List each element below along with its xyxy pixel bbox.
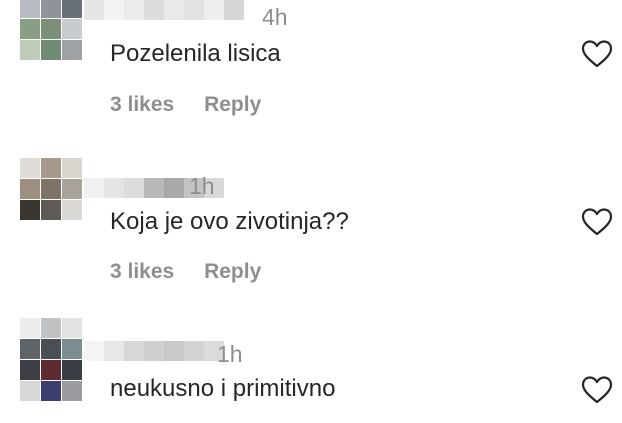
avatar-pixel <box>62 19 82 39</box>
heart-outline-icon[interactable] <box>581 39 613 69</box>
avatar-pixel <box>62 318 82 338</box>
username-pixel <box>104 0 124 20</box>
avatar-pixel <box>20 381 40 401</box>
likes-count[interactable]: 3 likes <box>110 260 174 283</box>
avatar-pixel <box>20 19 40 39</box>
avatar-pixel <box>62 200 82 220</box>
username-pixel <box>164 341 184 361</box>
avatar-pixel <box>20 339 40 359</box>
username-pixel <box>184 341 204 361</box>
username-blurred[interactable] <box>84 0 244 20</box>
reply-button[interactable]: Reply <box>204 93 261 116</box>
comment-text: neukusno i primitivno <box>110 375 336 402</box>
avatar-pixel <box>41 19 61 39</box>
username-pixel <box>184 0 204 20</box>
username-pixel <box>124 341 144 361</box>
avatar-pixel <box>41 381 61 401</box>
avatar-pixel <box>62 158 82 178</box>
comment-text: Pozelenila lisica <box>110 40 281 67</box>
username-blurred[interactable] <box>84 341 224 361</box>
username-pixel <box>164 0 184 20</box>
avatar-pixel <box>20 158 40 178</box>
username-pixel <box>224 0 244 20</box>
avatar-pixel <box>41 339 61 359</box>
avatar-pixel <box>20 179 40 199</box>
username-pixel <box>164 178 184 198</box>
username-pixel <box>124 178 144 198</box>
avatar-pixel <box>41 360 61 380</box>
avatar-pixel <box>41 318 61 338</box>
username-pixel <box>124 0 144 20</box>
avatar-pixel <box>20 40 40 60</box>
comment-actions: 3 likes Reply <box>110 259 261 285</box>
username-pixel <box>144 178 164 198</box>
avatar-pixel <box>62 339 82 359</box>
username-pixel <box>144 341 164 361</box>
avatar[interactable] <box>20 0 82 60</box>
avatar-pixel <box>62 40 82 60</box>
comment-time: 4h <box>262 4 288 30</box>
avatar-pixel <box>20 0 40 18</box>
avatar-pixel <box>41 200 61 220</box>
avatar-pixel <box>20 318 40 338</box>
avatar-pixel <box>41 40 61 60</box>
username-pixel <box>144 0 164 20</box>
heart-outline-icon[interactable] <box>581 375 613 405</box>
likes-count[interactable]: 3 likes <box>110 93 174 116</box>
comment-text: Koja je ovo zivotinja?? <box>110 208 349 235</box>
avatar-pixel <box>62 360 82 380</box>
avatar[interactable] <box>20 318 82 401</box>
username-pixel <box>204 0 224 20</box>
reply-button[interactable]: Reply <box>204 260 261 283</box>
avatar-pixel <box>41 179 61 199</box>
heart-outline-icon[interactable] <box>581 207 613 237</box>
avatar[interactable] <box>20 158 82 220</box>
avatar-pixel <box>20 200 40 220</box>
username-pixel <box>84 178 104 198</box>
avatar-pixel <box>62 381 82 401</box>
avatar-pixel <box>41 0 61 18</box>
username-pixel <box>84 341 104 361</box>
comment-time: 1h <box>189 173 215 199</box>
username-pixel <box>104 341 124 361</box>
avatar-pixel <box>20 360 40 380</box>
avatar-pixel <box>41 158 61 178</box>
avatar-pixel <box>62 0 82 18</box>
comment-actions: 3 likes Reply <box>110 92 261 118</box>
avatar-pixel <box>62 179 82 199</box>
username-pixel <box>84 0 104 20</box>
comment-time: 1h <box>217 341 243 367</box>
username-pixel <box>104 178 124 198</box>
